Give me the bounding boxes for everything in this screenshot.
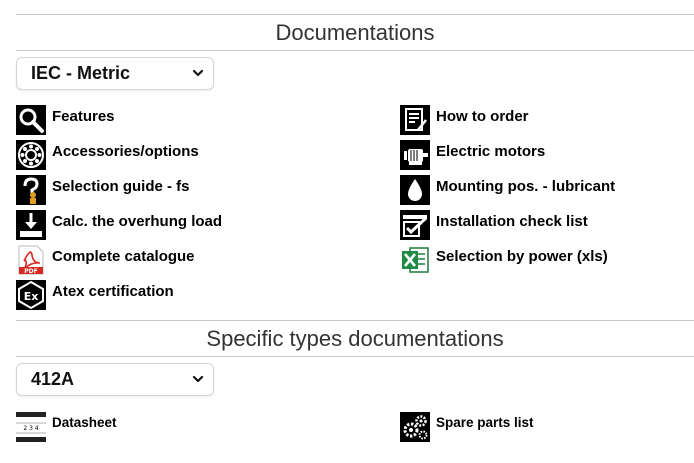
- link-spare-parts-list[interactable]: Spare parts list: [400, 411, 534, 443]
- type-select[interactable]: 412A: [16, 363, 214, 396]
- link-atex-certification[interactable]: Ex Atex certification: [16, 279, 174, 311]
- link-how-to-order[interactable]: How to order: [400, 104, 529, 136]
- link-label: How to order: [436, 107, 529, 125]
- gears-icon: [400, 412, 430, 442]
- link-label: Calc. the overhung load: [52, 212, 223, 230]
- magnifier-icon: [16, 105, 46, 135]
- link-features[interactable]: Features: [16, 104, 115, 136]
- standard-select-value: IEC - Metric: [31, 63, 131, 83]
- link-label: Selection guide - fs: [52, 177, 190, 195]
- link-selection-guide[interactable]: Selection guide - fs: [16, 174, 190, 206]
- motor-icon: [400, 140, 430, 170]
- link-label: Datasheet: [52, 414, 117, 430]
- section-title: Documentations: [275, 19, 435, 45]
- checklist-icon: [400, 210, 430, 240]
- atex-icon: Ex: [16, 280, 46, 310]
- link-label: Selection by power (xls): [436, 247, 608, 265]
- svg-text:Ex: Ex: [24, 290, 39, 303]
- link-label: Accessories/options: [52, 142, 199, 160]
- link-mounting-lubricant[interactable]: Mounting pos. - lubricant: [400, 174, 615, 206]
- pdf-icon: PDF: [18, 245, 44, 275]
- link-selection-by-power[interactable]: Selection by power (xls): [400, 244, 608, 276]
- link-overhung-load[interactable]: Calc. the overhung load: [16, 209, 222, 241]
- standard-select[interactable]: IEC - Metric: [16, 57, 214, 90]
- link-label: Spare parts list: [436, 414, 534, 430]
- type-select-value: 412A: [31, 369, 75, 389]
- oil-drop-icon: [400, 175, 430, 205]
- section-header-specific-types: Specific types documentations: [16, 320, 694, 357]
- link-accessories-options[interactable]: Accessories/options: [16, 139, 199, 171]
- svg-text:2 3 4: 2 3 4: [23, 425, 38, 432]
- link-datasheet[interactable]: 2 3 4 Datasheet: [16, 411, 117, 443]
- chevron-down-icon: [192, 69, 204, 77]
- link-installation-checklist[interactable]: Installation check list: [400, 209, 588, 241]
- link-label: Features: [52, 107, 115, 125]
- question-person-icon: [16, 175, 46, 205]
- datasheet-icon: 2 3 4: [16, 412, 46, 442]
- link-label: Complete catalogue: [52, 247, 195, 265]
- excel-icon: [402, 247, 429, 273]
- link-label: Mounting pos. - lubricant: [436, 177, 616, 195]
- section-header-documentations: Documentations: [16, 14, 694, 51]
- link-complete-catalogue[interactable]: PDF Complete catalogue: [16, 244, 195, 276]
- svg-text:PDF: PDF: [24, 268, 37, 275]
- section-title: Specific types documentations: [206, 325, 504, 351]
- load-arrow-icon: [16, 210, 46, 240]
- link-electric-motors[interactable]: Electric motors: [400, 139, 545, 171]
- chevron-down-icon: [192, 375, 204, 383]
- link-label: Electric motors: [436, 142, 546, 160]
- bearing-icon: [16, 140, 46, 170]
- link-label: Installation check list: [436, 212, 588, 230]
- link-label: Atex certification: [52, 282, 174, 300]
- order-form-icon: [400, 105, 430, 135]
